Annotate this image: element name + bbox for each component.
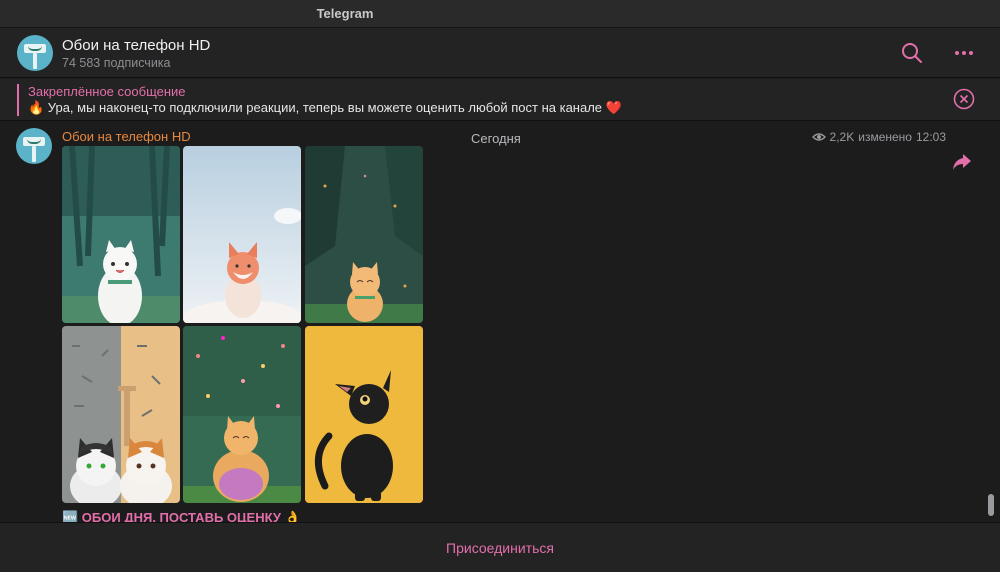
roller-handle <box>32 146 36 162</box>
roller-handle <box>33 53 37 69</box>
close-pinned-icon[interactable] <box>953 88 975 110</box>
post-caption: 🆕 ОБОИ ДНЯ, ПОСТАВЬ ОЦЕНКУ 👌 <box>62 510 301 522</box>
edited-label: изменено <box>858 130 912 144</box>
chat-header: Обои на телефон HD 74 583 подписчика <box>0 28 1000 78</box>
photo-two-kittens-pattern[interactable] <box>62 326 180 503</box>
post-meta: 2,2K изменено 12:03 <box>811 130 946 144</box>
window-titlebar: Telegram <box>0 0 1000 28</box>
post-avatar[interactable] <box>16 128 52 164</box>
paint-roller-icon <box>23 137 45 146</box>
pinned-accent-bar <box>17 84 19 116</box>
photo-album <box>62 146 424 504</box>
pinned-message[interactable]: Закреплённое сообщение 🔥 Ура, мы наконец… <box>0 79 1000 121</box>
photo-cat-forest-night[interactable] <box>305 146 423 323</box>
paint-roller-icon <box>24 44 46 53</box>
eye-icon <box>811 133 826 141</box>
message-feed[interactable]: Обои на телефон HD Сегодня 2,2K изменено… <box>0 122 1000 522</box>
subscriber-count: 74 583 подписчика <box>62 56 171 70</box>
window-title: Telegram <box>316 6 374 21</box>
view-count: 2,2K <box>829 130 855 144</box>
post-author[interactable]: Обои на телефон HD <box>62 129 191 144</box>
pinned-title: Закреплённое сообщение <box>28 84 186 99</box>
share-icon[interactable] <box>951 152 973 172</box>
search-icon <box>902 43 922 63</box>
join-button[interactable]: Присоединиться <box>446 540 554 556</box>
pinned-text: 🔥 Ура, мы наконец-то подключили реакции,… <box>28 100 622 115</box>
channel-avatar[interactable] <box>17 35 53 71</box>
search-button[interactable] <box>899 40 925 66</box>
feed-scrollbar[interactable] <box>988 494 994 516</box>
photo-black-cat-yellow[interactable] <box>305 326 423 503</box>
photo-fox-sky[interactable] <box>183 146 301 323</box>
post-time: 12:03 <box>915 130 946 144</box>
photo-cat-confetti[interactable] <box>183 326 301 503</box>
more-button[interactable] <box>951 40 977 66</box>
more-icon <box>955 51 973 55</box>
channel-name[interactable]: Обои на телефон HD <box>62 37 210 54</box>
join-bar: Присоединиться <box>0 522 1000 572</box>
photo-white-cat-forest[interactable] <box>62 146 180 323</box>
date-separator: Сегодня <box>471 131 521 146</box>
